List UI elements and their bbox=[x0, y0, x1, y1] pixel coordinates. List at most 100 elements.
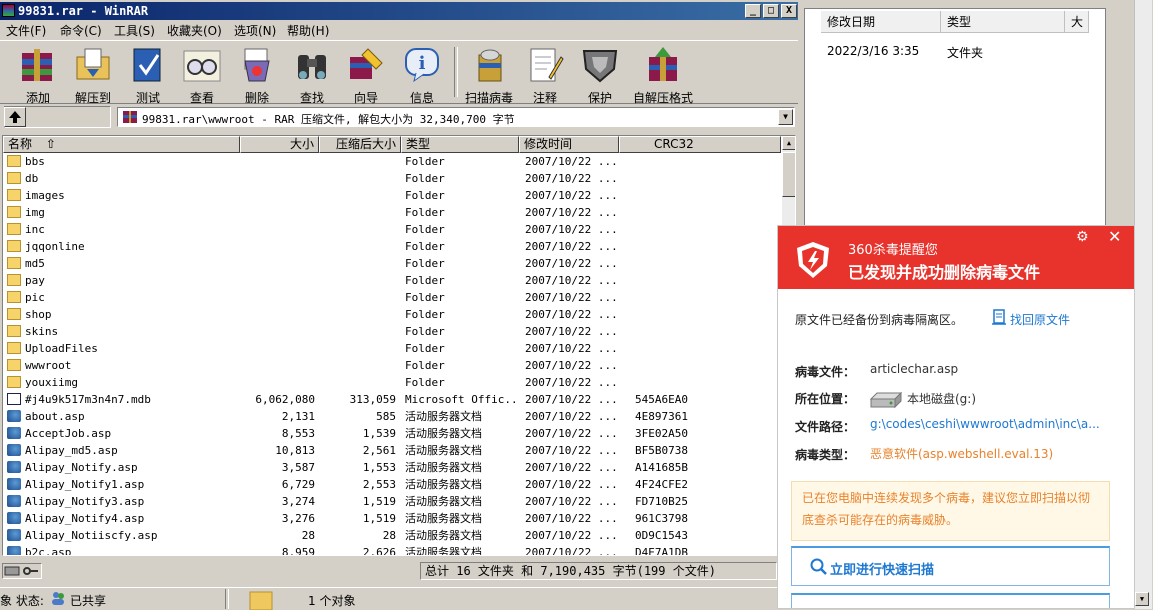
cell-size: 2,131 bbox=[281, 410, 315, 423]
restore-file-link[interactable]: 找回原文件 bbox=[1010, 311, 1070, 328]
col-type[interactable]: 类型 bbox=[401, 136, 519, 153]
scroll-up-icon[interactable]: ▲ bbox=[782, 136, 795, 150]
bg-col-modified[interactable]: 修改日期 bbox=[821, 11, 941, 33]
file-row[interactable]: pay Folder 2007/10/22 ... bbox=[3, 272, 781, 289]
file-row[interactable]: images Folder 2007/10/22 ... bbox=[3, 187, 781, 204]
file-row[interactable]: jqqonline Folder 2007/10/22 ... bbox=[3, 238, 781, 255]
menu-command[interactable]: 命令(C) bbox=[60, 22, 102, 39]
asp-file-icon bbox=[7, 478, 21, 490]
file-row[interactable]: Alipay_Notify3.asp 3,274 1,519 活动服务器文档 2007/… bbox=[3, 493, 781, 510]
menu-favorites[interactable]: 收藏夹(O) bbox=[167, 22, 222, 39]
cell-type: 活动服务器文档 bbox=[405, 461, 482, 474]
cell-mtime: 2007/10/22 ... bbox=[525, 342, 617, 355]
bg-col-size[interactable]: 大小 bbox=[1065, 11, 1089, 33]
file-row[interactable]: db Folder 2007/10/22 ... bbox=[3, 170, 781, 187]
popup-bottom-button[interactable] bbox=[791, 593, 1110, 608]
menu-file[interactable]: 文件(F) bbox=[6, 22, 46, 39]
bg-col-type[interactable]: 类型 bbox=[941, 11, 1065, 33]
cell-name: wwwroot bbox=[25, 359, 72, 372]
cell-size: 8,959 bbox=[281, 546, 315, 556]
wizard-button[interactable]: 向导 bbox=[341, 47, 391, 105]
file-row[interactable]: AcceptJob.asp 8,553 1,539 活动服务器文档 2007/10/22… bbox=[3, 425, 781, 442]
scroll-thumb[interactable] bbox=[782, 152, 795, 197]
file-row[interactable]: b2c.asp 8,959 2,626 活动服务器文档 2007/10/22 ... D4… bbox=[3, 544, 781, 556]
title-bar[interactable]: 99831.rar - WinRAR _ □ X bbox=[0, 2, 798, 20]
close-button[interactable]: X bbox=[781, 4, 797, 18]
file-row[interactable]: wwwroot Folder 2007/10/22 ... bbox=[3, 357, 781, 374]
cell-name: #j4u9k517m3n4n7.mdb bbox=[25, 393, 151, 406]
asp-file-icon bbox=[7, 512, 21, 524]
cell-type: 活动服务器文档 bbox=[405, 495, 482, 508]
file-row[interactable]: pic Folder 2007/10/22 ... bbox=[3, 289, 781, 306]
folder-icon bbox=[7, 155, 21, 167]
col-modified[interactable]: 修改时间 bbox=[519, 136, 619, 153]
bg-scroll-down-icon[interactable]: ▼ bbox=[1135, 592, 1149, 606]
file-row[interactable]: md5 Folder 2007/10/22 ... bbox=[3, 255, 781, 272]
test-button[interactable]: 测试 bbox=[123, 47, 173, 105]
menu-help[interactable]: 帮助(H) bbox=[287, 22, 329, 39]
delete-button[interactable]: 删除 bbox=[232, 47, 282, 105]
menu-options[interactable]: 选项(N) bbox=[234, 22, 276, 39]
file-row[interactable]: Alipay_md5.asp 10,813 2,561 活动服务器文档 2007/10/… bbox=[3, 442, 781, 459]
archive-path: 99831.rar\wwwroot - RAR 压缩文件, 解包大小为 32,3… bbox=[142, 113, 515, 126]
protect-button[interactable]: 保护 bbox=[575, 47, 625, 105]
file-row[interactable]: Alipay_Notify1.asp 6,729 2,553 活动服务器文档 2007/… bbox=[3, 476, 781, 493]
file-row[interactable]: inc Folder 2007/10/22 ... bbox=[3, 221, 781, 238]
add-button[interactable]: 添加 bbox=[13, 47, 63, 105]
minimize-button[interactable]: _ bbox=[745, 4, 761, 18]
path-combobox[interactable]: 99831.rar\wwwroot - RAR 压缩文件, 解包大小为 32,3… bbox=[117, 107, 795, 127]
file-row[interactable]: UploadFiles Folder 2007/10/22 ... bbox=[3, 340, 781, 357]
file-row[interactable]: Alipay_Notiiscfy.asp 28 28 活动服务器文档 2007/10/2… bbox=[3, 527, 781, 544]
info-button[interactable]: i 信息 bbox=[397, 47, 447, 105]
folder-icon bbox=[7, 189, 21, 201]
file-row[interactable]: bbs Folder 2007/10/22 ... bbox=[3, 153, 781, 170]
file-path-value[interactable]: g:\codes\ceshi\wwwroot\admin\inc\a... bbox=[870, 417, 1100, 431]
up-folder-button[interactable] bbox=[4, 107, 26, 127]
file-row[interactable]: about.asp 2,131 585 活动服务器文档 2007/10/22 ... 4E… bbox=[3, 408, 781, 425]
file-row[interactable]: skins Folder 2007/10/22 ... bbox=[3, 323, 781, 340]
folder-icon bbox=[7, 342, 21, 354]
file-row[interactable]: youxiimg Folder 2007/10/22 ... bbox=[3, 374, 781, 391]
folder-icon bbox=[249, 591, 273, 610]
cell-mtime: 2007/10/22 ... bbox=[525, 393, 617, 406]
file-row[interactable]: Alipay_Notify.asp 3,587 1,553 活动服务器文档 2007/1… bbox=[3, 459, 781, 476]
cell-type: 活动服务器文档 bbox=[405, 546, 482, 556]
path-dropdown-arrow-icon[interactable]: ▼ bbox=[778, 109, 793, 125]
cell-mtime: 2007/10/22 ... bbox=[525, 189, 617, 202]
cell-name: Alipay_Notify4.asp bbox=[25, 512, 145, 525]
comment-button[interactable]: 注释 bbox=[520, 47, 570, 105]
bg-row-type: 文件夹 bbox=[947, 46, 984, 60]
maximize-button[interactable]: □ bbox=[763, 4, 779, 18]
restore-file-icon[interactable] bbox=[992, 309, 1006, 325]
file-row[interactable]: img Folder 2007/10/22 ... bbox=[3, 204, 781, 221]
bg-scrollbar[interactable]: ▼ bbox=[1134, 0, 1152, 609]
file-row[interactable]: Alipay_Notify4.asp 3,276 1,519 活动服务器文档 2007/… bbox=[3, 510, 781, 527]
col-size[interactable]: 大小 bbox=[240, 136, 319, 153]
scan-virus-button[interactable]: 扫描病毒 bbox=[461, 47, 517, 105]
view-button[interactable]: 查看 bbox=[177, 47, 227, 105]
col-packed[interactable]: 压缩后大小 bbox=[319, 136, 401, 153]
cell-size: 3,587 bbox=[281, 461, 315, 474]
cell-name: Alipay_Notify3.asp bbox=[25, 495, 145, 508]
virus-file-value: articlechar.asp bbox=[870, 362, 959, 376]
menu-tools[interactable]: 工具(S) bbox=[114, 22, 155, 39]
svg-text:i: i bbox=[419, 53, 426, 74]
find-button[interactable]: 查找 bbox=[287, 47, 337, 105]
settings-gear-icon[interactable]: ⚙ bbox=[1076, 229, 1089, 245]
file-row[interactable]: #j4u9k517m3n4n7.mdb 6,062,080 313,059 Micro… bbox=[3, 391, 781, 408]
cell-type: 活动服务器文档 bbox=[405, 410, 482, 423]
popup-close-icon[interactable]: ✕ bbox=[1108, 227, 1121, 246]
quick-scan-button[interactable]: 立即进行快速扫描 bbox=[791, 546, 1110, 586]
cell-type: 活动服务器文档 bbox=[405, 427, 482, 440]
cell-name: skins bbox=[25, 325, 59, 338]
file-row[interactable]: shop Folder 2007/10/22 ... bbox=[3, 306, 781, 323]
col-name[interactable]: 名称 ⇧ bbox=[3, 136, 240, 153]
cell-type: Folder bbox=[405, 172, 445, 185]
extract-folder-icon bbox=[73, 47, 113, 83]
extract-to-button[interactable]: 解压到 bbox=[68, 47, 118, 105]
cell-name: youxiimg bbox=[25, 376, 78, 389]
sfx-button[interactable]: 自解压格式 bbox=[632, 47, 694, 105]
asp-file-icon bbox=[7, 444, 21, 456]
sort-ascending-icon: ⇧ bbox=[45, 137, 56, 151]
col-crc32[interactable]: CRC32 bbox=[619, 136, 781, 153]
